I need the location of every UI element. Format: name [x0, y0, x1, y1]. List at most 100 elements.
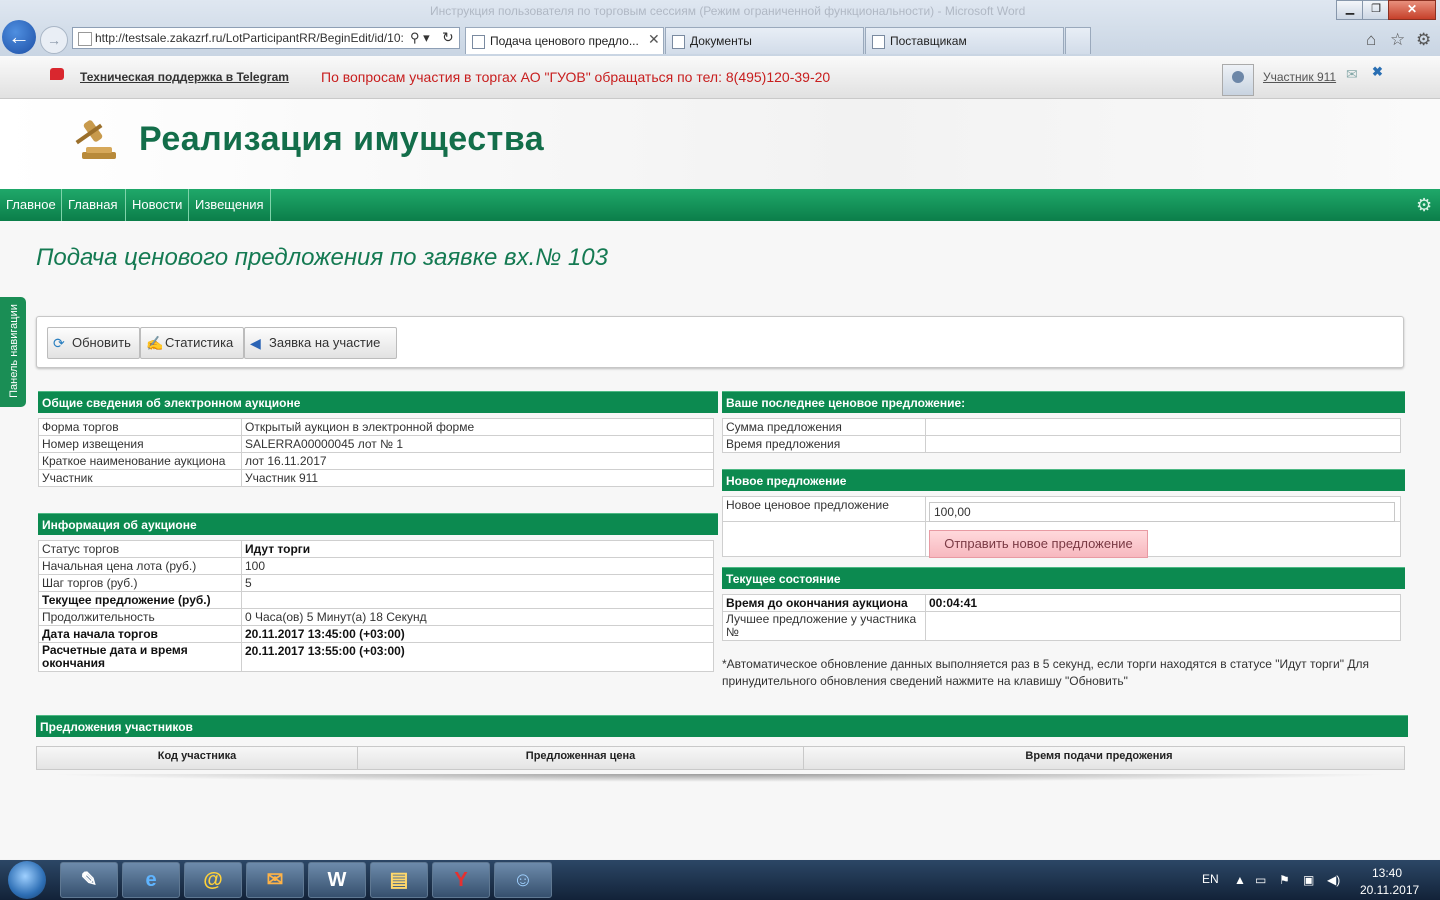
- table-row: Участник Участник 911: [38, 469, 714, 487]
- refresh-button[interactable]: ⟳ Обновить: [47, 327, 140, 359]
- user-avatar: [1222, 64, 1254, 96]
- table-row: Продолжительность 0 Часа(ов) 5 Минут(а) 1…: [38, 608, 714, 626]
- user-profile-link[interactable]: Участник 911: [1263, 70, 1336, 84]
- row-value: [925, 435, 1401, 453]
- tab-label: Документы: [690, 34, 752, 48]
- table-row: Краткое наименование аукциона лот 16.11.2…: [38, 452, 714, 470]
- tab-label: Поставщикам: [890, 34, 967, 48]
- tray-flag-icon[interactable]: ⚑: [1279, 873, 1290, 887]
- taskbar-mail-agent-icon[interactable]: @: [184, 862, 242, 898]
- taskbar-yandex-icon[interactable]: Y: [432, 862, 490, 898]
- column-header-participant[interactable]: Код участника: [37, 747, 358, 769]
- new-bid-header: Новое предложение: [722, 469, 1405, 491]
- tab-label: Подача ценового предло...: [490, 34, 639, 48]
- row-value: 0 Часа(ов) 5 Минут(а) 18 Секунд: [241, 608, 714, 626]
- general-info-table: Форма торгов Открытый аукцион в электронн…: [38, 418, 714, 487]
- taskbar-explorer-icon[interactable]: ▤: [370, 862, 428, 898]
- window-title: Инструкция пользователя по торговым сесс…: [430, 4, 1026, 18]
- clock-time[interactable]: 13:40: [1372, 866, 1402, 880]
- favorites-star-icon[interactable]: ☆: [1390, 30, 1405, 50]
- row-label: Краткое наименование аукциона: [38, 452, 242, 470]
- tray-keyboard-icon[interactable]: ▭: [1255, 873, 1266, 887]
- taskbar-ie-icon[interactable]: e: [122, 862, 180, 898]
- table-row: Расчетные дата и время окончания 20.11.20…: [38, 642, 714, 672]
- row-label: Сумма предложения: [722, 418, 926, 436]
- maximize-button[interactable]: ❐: [1362, 0, 1390, 20]
- logout-icon[interactable]: ✖: [1372, 64, 1383, 80]
- address-bar[interactable]: http://testsale.zakazrf.ru/LotParticipan…: [72, 27, 460, 49]
- row-label: Форма торгов: [38, 418, 242, 436]
- time-left-value: 00:04:41: [925, 594, 1401, 612]
- row-value: 20.11.2017 13:45:00 (+03:00): [241, 625, 714, 643]
- taskbar-user-icon[interactable]: ☺: [494, 862, 552, 898]
- table-row: Лучшее предложение у участника №: [722, 611, 1401, 641]
- auction-info-header: Информация об аукционе: [38, 513, 718, 535]
- row-label: Продолжительность: [38, 608, 242, 626]
- table-row: Дата начала торгов 20.11.2017 13:45:00 (+…: [38, 625, 714, 643]
- telegram-support-link[interactable]: Техническая поддержка в Telegram: [80, 70, 289, 84]
- refresh-icon[interactable]: ↻: [442, 29, 454, 46]
- new-tab-button[interactable]: [1065, 27, 1091, 54]
- minimize-button[interactable]: ▁: [1336, 0, 1364, 20]
- empty-cell: [722, 521, 926, 557]
- column-header-price[interactable]: Предложенная цена: [358, 747, 804, 769]
- tray-expand-icon[interactable]: ▲: [1234, 873, 1246, 887]
- back-button[interactable]: ←: [2, 20, 36, 54]
- clock-date[interactable]: 20.11.2017: [1360, 883, 1419, 897]
- page-icon: [472, 35, 485, 49]
- row-label: Лучшее предложение у участника №: [722, 611, 926, 641]
- row-value: [925, 418, 1401, 436]
- page-icon: [872, 35, 885, 49]
- tray-network-icon[interactable]: ▣: [1303, 873, 1314, 887]
- table-row: Номер извещения SALERRA00000045 лот № 1: [38, 435, 714, 453]
- page-icon: [672, 35, 685, 49]
- close-window-button[interactable]: ✕: [1388, 0, 1436, 20]
- last-bid-table: Сумма предложения Время предложения: [722, 418, 1401, 453]
- telegram-chat-icon: [50, 68, 64, 80]
- table-row: Сумма предложения: [722, 418, 1401, 436]
- nav-item-home[interactable]: Главная: [62, 189, 126, 221]
- start-button[interactable]: [8, 861, 46, 899]
- statistics-button[interactable]: ✍ Статистика: [140, 327, 244, 359]
- nav-settings-icon[interactable]: ⚙: [1416, 195, 1432, 216]
- nav-item-main[interactable]: Главное: [0, 189, 62, 221]
- table-row: Время до окончания аукциона 00:04:41: [722, 594, 1401, 612]
- table-row: Шаг торгов (руб.) 5: [38, 574, 714, 592]
- mail-icon[interactable]: ✉: [1346, 66, 1358, 83]
- row-label: Номер извещения: [38, 435, 242, 453]
- general-info-header: Общие сведения об электронном аукционе: [38, 391, 718, 413]
- row-value: Участник 911: [241, 469, 714, 487]
- current-state-header: Текущее состояние: [722, 567, 1405, 589]
- tab-suppliers[interactable]: Поставщикам: [865, 27, 1064, 54]
- nav-item-news[interactable]: Новости: [126, 189, 189, 221]
- taskbar-word-icon[interactable]: W: [308, 862, 366, 898]
- forward-button[interactable]: →: [40, 26, 68, 54]
- taskbar-outlook-icon[interactable]: ✉: [246, 862, 304, 898]
- taskbar-notes-icon[interactable]: ✎: [60, 862, 118, 898]
- row-value: Идут торги: [241, 540, 714, 558]
- new-bid-input[interactable]: 100,00: [929, 502, 1395, 522]
- search-icon[interactable]: ⚲ ▾: [410, 30, 430, 46]
- settings-gear-icon[interactable]: ⚙: [1416, 30, 1431, 50]
- new-bid-label: Новое ценовое предложение: [722, 496, 926, 522]
- tray-volume-icon[interactable]: ◀): [1327, 873, 1340, 887]
- application-button[interactable]: ◀ Заявка на участие: [244, 327, 397, 359]
- table-row: Начальная цена лота (руб.) 100: [38, 557, 714, 575]
- table-row: Форма торгов Открытый аукцион в электронн…: [38, 418, 714, 436]
- last-bid-header: Ваше последнее ценовое предложение:: [722, 391, 1405, 413]
- language-indicator[interactable]: EN: [1202, 872, 1219, 886]
- nav-item-notices[interactable]: Извещения: [189, 189, 271, 221]
- tab-documents[interactable]: Документы: [665, 27, 864, 54]
- row-value: 5: [241, 574, 714, 592]
- row-label: Время предложения: [722, 435, 926, 453]
- home-icon[interactable]: ⌂: [1366, 30, 1376, 50]
- row-label: Время до окончания аукциона: [722, 594, 926, 612]
- row-label: Расчетные дата и время окончания: [38, 642, 242, 672]
- tab-bid[interactable]: Подача ценового предло...: [465, 27, 664, 54]
- column-header-time[interactable]: Время подачи предожения: [804, 747, 1394, 769]
- submit-bid-button[interactable]: Отправить новое предложение: [929, 530, 1148, 558]
- row-value: [241, 591, 714, 609]
- tab-close-icon[interactable]: ✕: [648, 31, 660, 48]
- refresh-button-label: Обновить: [72, 335, 131, 350]
- page-title: Подача ценового предложения по заявке вх…: [36, 244, 608, 271]
